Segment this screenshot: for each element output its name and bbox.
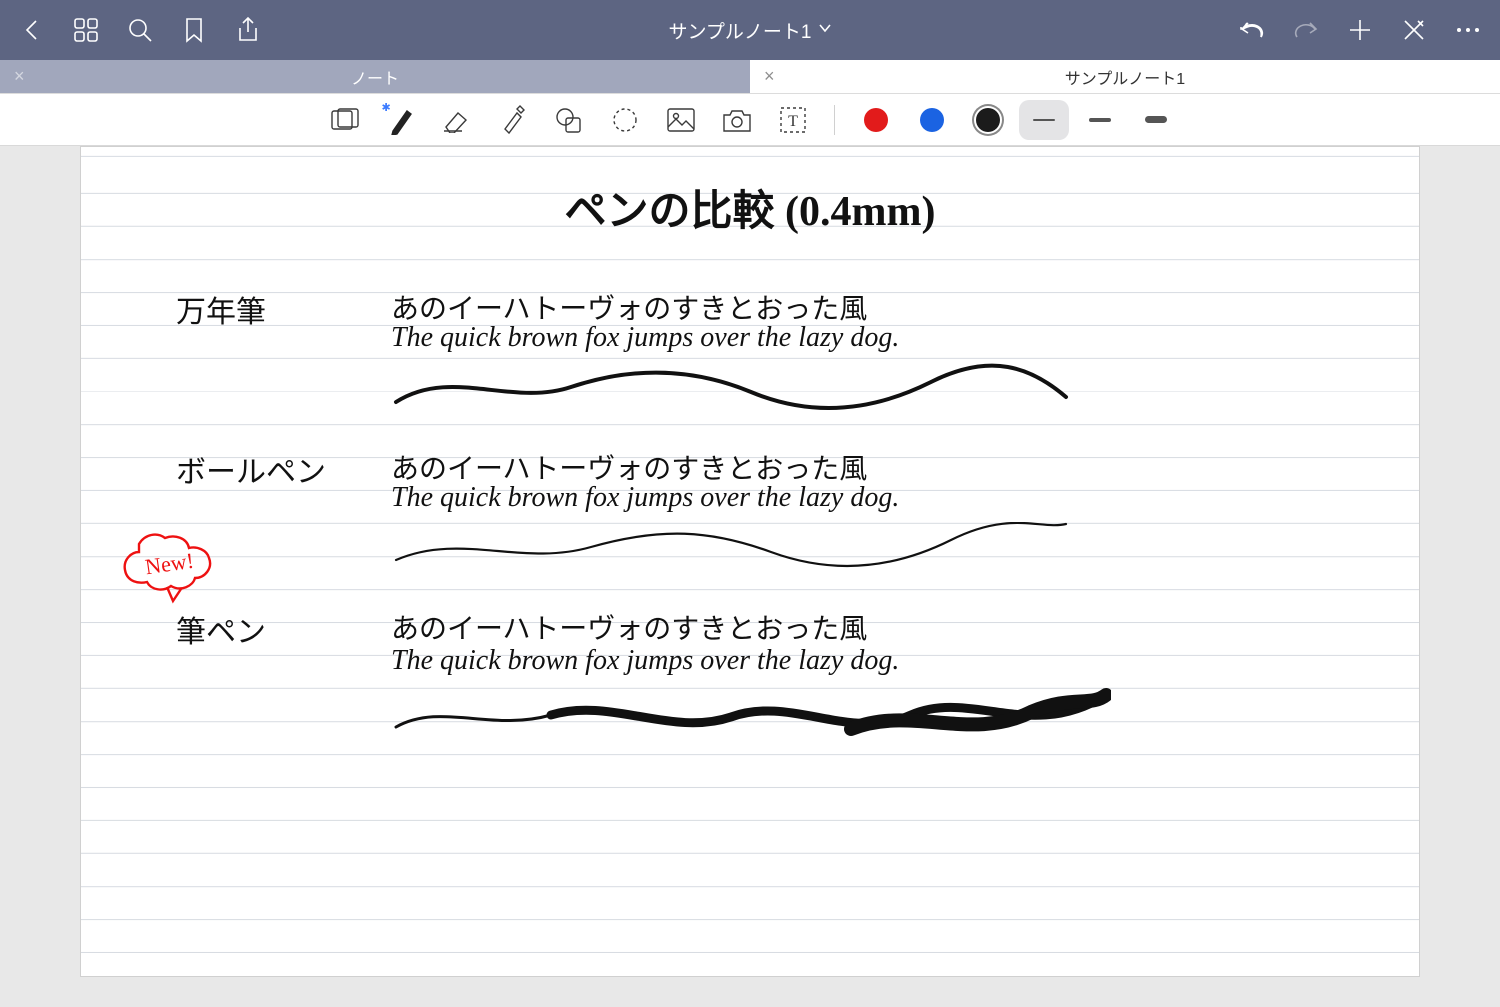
svg-text:T: T [788,113,798,130]
more-button[interactable] [1454,16,1482,44]
redo-button[interactable] [1292,16,1320,44]
tab-label: ノート [351,65,399,89]
color-black[interactable] [976,108,1000,132]
tab-sample-note-1[interactable]: × サンプルノート1 [750,60,1500,93]
image-tool[interactable] [656,100,706,140]
sample-jp-1: あのイーハトーヴォのすきとおった風 [391,287,867,327]
pen-label-brush: 筆ペン [176,607,266,651]
tab-close-icon[interactable]: × [764,66,775,87]
pen-label-fountain: 万年筆 [176,287,266,331]
tab-bar: × ノート × サンプルノート1 [0,60,1500,94]
note-page[interactable]: ペンの比較 (0.4mm) 万年筆 あのイーハトーヴォのすきとおった風 The … [80,146,1420,977]
sample-en-1: The quick brown fox jumps over the lazy … [391,322,899,354]
drawing-toolbar: T [0,94,1500,146]
undo-button[interactable] [1238,16,1266,44]
color-red[interactable] [864,108,888,132]
pen-label-ballpoint: ボールペン [176,447,326,491]
stroke-thick[interactable] [1131,100,1181,140]
wave-stroke-ballpoint [391,522,1071,572]
share-button[interactable] [234,16,262,44]
title-dropdown-icon[interactable] [818,21,832,40]
sample-jp-2: あのイーハトーヴォのすきとおった風 [391,447,867,487]
shape-tool[interactable] [544,100,594,140]
pen-tool[interactable] [376,100,426,140]
back-button[interactable] [18,16,46,44]
sample-en-3: The quick brown fox jumps over the lazy … [391,645,899,677]
add-button[interactable] [1346,16,1374,44]
bookmark-button[interactable] [180,16,208,44]
highlighter-tool[interactable] [488,100,538,140]
tab-notes[interactable]: × ノート [0,60,750,93]
stroke-thin[interactable] [1019,100,1069,140]
wave-stroke-brush [391,687,1111,747]
note-title: ペンの比較 (0.4mm) [81,177,1419,238]
stroke-medium[interactable] [1075,100,1125,140]
workspace: ペンの比較 (0.4mm) 万年筆 あのイーハトーヴォのすきとおった風 The … [0,146,1500,1007]
eraser-tool[interactable] [432,100,482,140]
search-button[interactable] [126,16,154,44]
toolbar-separator [834,105,835,135]
grid-view-button[interactable] [72,16,100,44]
lasso-tool[interactable] [600,100,650,140]
tab-close-icon[interactable]: × [14,66,25,87]
sample-en-2: The quick brown fox jumps over the lazy … [391,482,899,514]
text-tool[interactable]: T [768,100,818,140]
color-blue[interactable] [920,108,944,132]
wave-stroke-fountain [391,362,1071,412]
close-edit-button[interactable] [1400,16,1428,44]
camera-tool[interactable] [712,100,762,140]
tab-label: サンプルノート1 [1065,65,1185,89]
document-title[interactable]: サンプルノート1 [669,17,812,44]
sample-jp-3: あのイーハトーヴォのすきとおった風 [391,607,867,647]
app-topbar: サンプルノート1 [0,0,1500,60]
read-mode-button[interactable] [320,100,370,140]
